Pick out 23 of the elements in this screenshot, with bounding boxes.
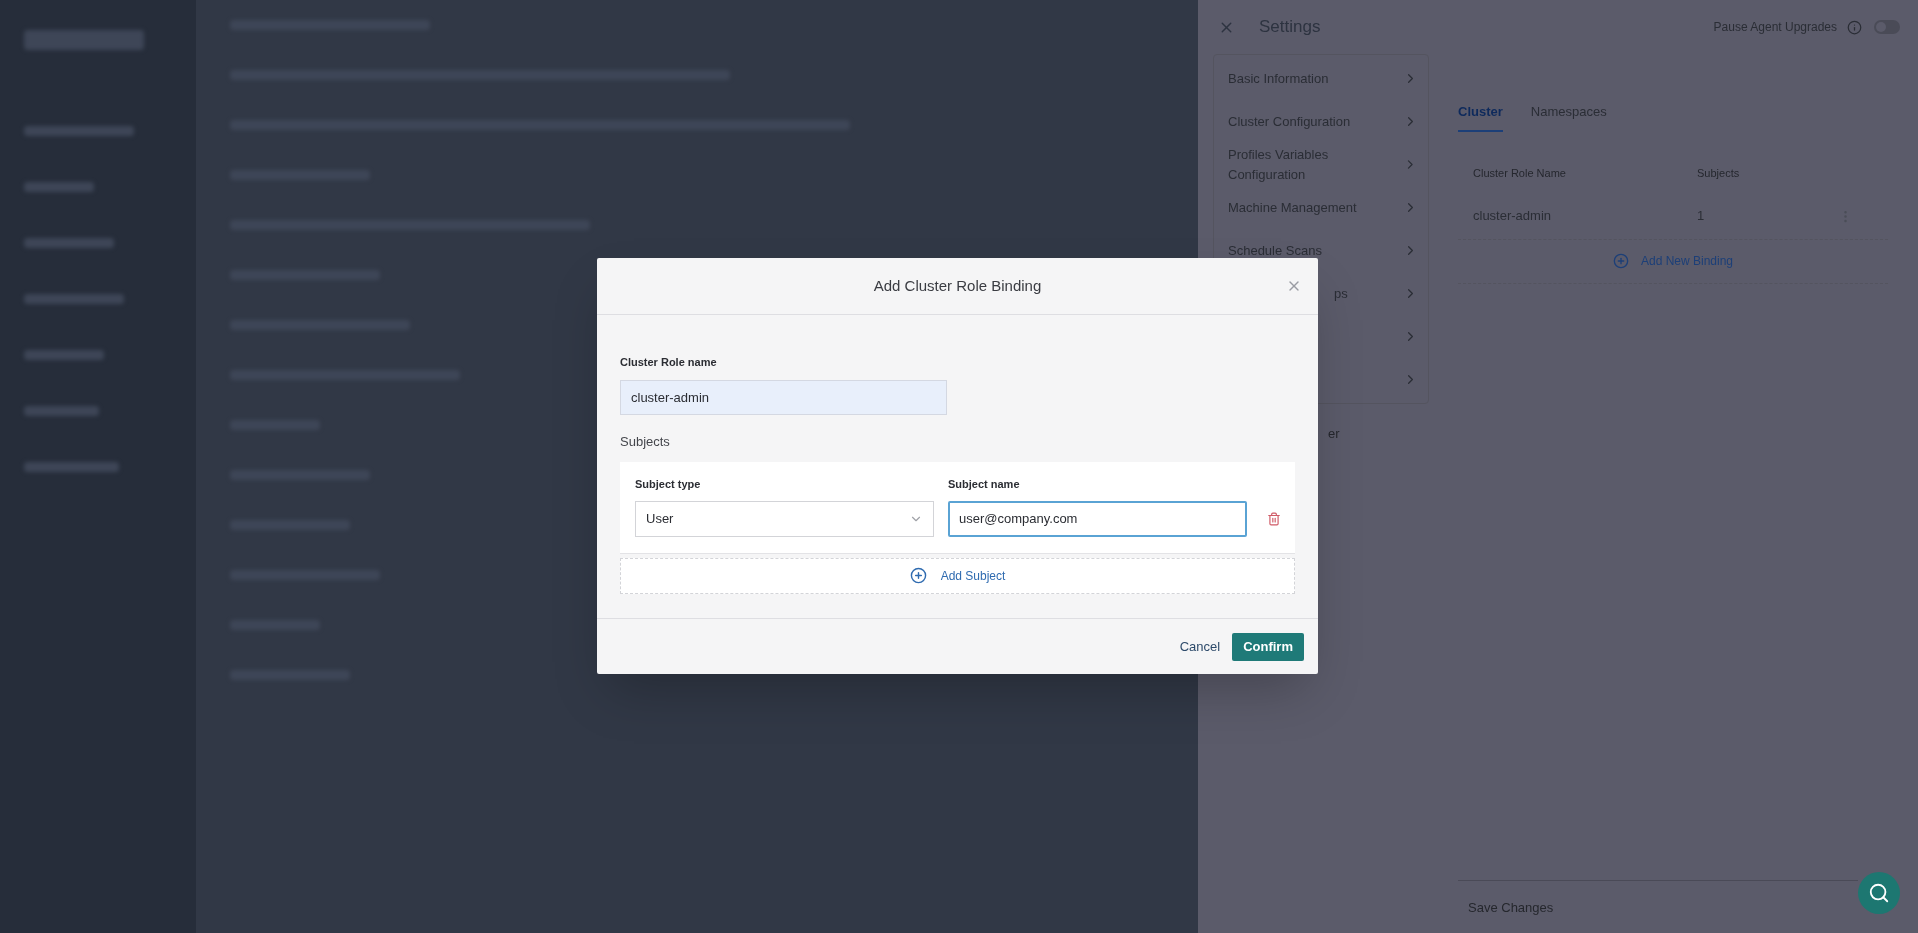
add-subject-button[interactable]: Add Subject [620, 557, 1295, 594]
subject-name-field[interactable]: user@company.com [948, 500, 1247, 537]
column-header: Cluster Role Name [1473, 166, 1567, 182]
section-label: Subjects [620, 432, 671, 451]
plus-circle-icon [909, 567, 927, 584]
role-name-field[interactable]: cluster-admin [620, 379, 947, 415]
dialog-title: Add Cluster Role Binding [873, 275, 1042, 296]
cancel-button[interactable]: Cancel [1177, 636, 1223, 657]
tab[interactable]: Cluster [1458, 102, 1503, 132]
column-header: Subjects [1697, 166, 1740, 182]
confirm-button[interactable]: Confirm [1232, 632, 1304, 661]
add-binding-button[interactable]: Add New Binding [1458, 239, 1888, 284]
field-label: Subject name [948, 477, 1021, 492]
plus-circle-icon [1612, 253, 1629, 269]
save-changes-button[interactable]: Save Changes [1468, 898, 1554, 918]
field-label: Subject type [635, 477, 702, 492]
trash-icon[interactable] [1267, 512, 1281, 526]
nav-footer-text: er [1328, 425, 1341, 443]
field-label: Cluster Role name [620, 355, 718, 370]
blurred-text [24, 182, 94, 192]
search-icon [1868, 882, 1890, 904]
subject-type-select[interactable]: User [635, 500, 934, 537]
info-icon [1847, 19, 1862, 35]
